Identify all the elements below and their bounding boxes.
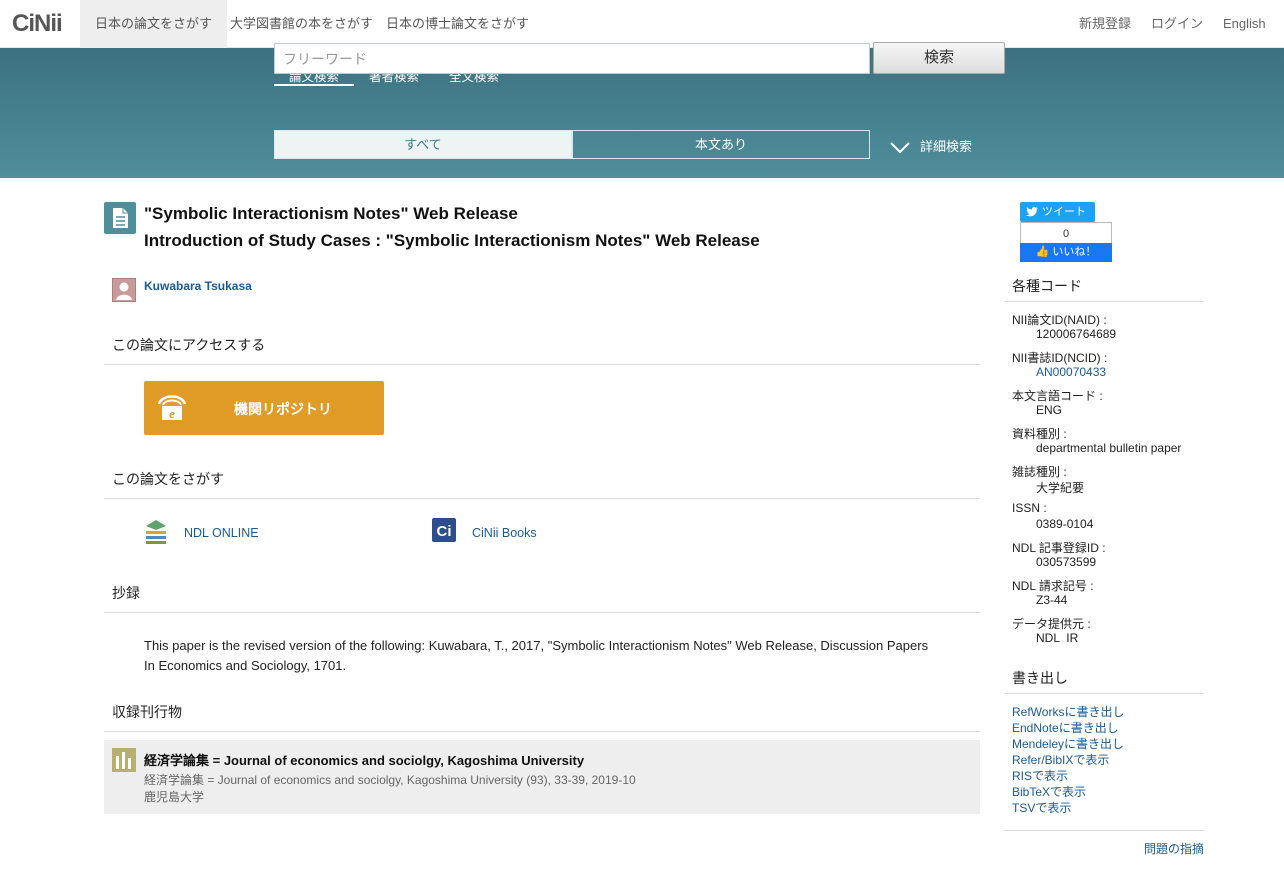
ndl-online-label: NDL ONLINE — [184, 526, 259, 540]
export-ris-link[interactable]: RISで表示 — [1012, 767, 1068, 784]
tweet-label: ツイート — [1042, 206, 1086, 218]
access-section-heading: この論文にアクセスする — [104, 335, 980, 365]
logo-text: CiNii — [12, 10, 63, 37]
advanced-search-toggle[interactable]: 詳細検索 — [890, 136, 972, 155]
export-mendeley-link[interactable]: Mendeleyに書き出し — [1012, 735, 1124, 752]
register-link[interactable]: 新規登録 — [1079, 0, 1131, 48]
code-value: departmental bulletin paper — [1036, 441, 1182, 455]
code-value: 030573599 — [1036, 555, 1097, 569]
article-title: "Symbolic Interactionism Notes" Web Rele… — [144, 204, 518, 223]
article-subtitle: Introduction of Study Cases : "Symbolic … — [144, 231, 760, 250]
cinii-logo[interactable]: CiNii — [12, 10, 63, 38]
top-bar: CiNii 日本の論文をさがす 大学図書館の本をさがす 日本の博士論文をさがす … — [0, 0, 1284, 48]
journal-title-link[interactable]: 経済学論集 = Journal of economics and sociolg… — [144, 750, 584, 769]
abstract-text: This paper is the revised version of the… — [144, 638, 929, 673]
report-problem-link[interactable]: 問題の指摘 — [1144, 840, 1204, 857]
sidebar-divider — [1004, 830, 1204, 831]
code-label: NII書誌ID(NCID) : — [1012, 351, 1108, 365]
english-link[interactable]: English — [1223, 0, 1266, 48]
code-label: 本文言語コード : — [1012, 389, 1103, 403]
journal-detail: 経済学論集 = Journal of economics and sociolg… — [144, 773, 636, 787]
code-label: ISSN : — [1012, 501, 1047, 515]
codes-heading: 各種コード — [1004, 276, 1204, 302]
facebook-like-button[interactable]: 👍 いいね！ — [1020, 243, 1112, 262]
cinii-books-icon: Ci — [432, 518, 456, 542]
code-value: 0389-0104 — [1036, 517, 1094, 531]
find-section-heading: この論文をさがす — [104, 469, 980, 499]
code-value: NDL IR — [1036, 631, 1079, 645]
chevron-down-icon — [890, 141, 910, 153]
code-value: 大学紀要 — [1036, 481, 1085, 495]
repository-icon: e — [157, 395, 187, 421]
code-value: ENG — [1036, 403, 1063, 417]
journal-icon — [112, 748, 136, 772]
export-refer-link[interactable]: Refer/BibIXで表示 — [1012, 751, 1109, 768]
filter-fulltext-available[interactable]: 本文あり — [572, 130, 870, 159]
repository-button-label: 機関リポジトリ — [234, 401, 332, 417]
journal-entry: 経済学論集 = Journal of economics and sociolg… — [104, 740, 980, 814]
tab-dissertations[interactable]: 日本の博士論文をさがす — [371, 0, 544, 48]
tweet-button[interactable]: ツイート — [1020, 202, 1095, 222]
ndl-icon — [146, 520, 166, 544]
code-value: 120006764689 — [1036, 327, 1117, 341]
author-link[interactable]: Kuwabara Tsukasa — [144, 279, 252, 293]
ndl-online-link[interactable]: NDL ONLINE — [144, 518, 259, 549]
cinii-books-label: CiNii Books — [472, 526, 537, 540]
thumbs-up-icon: 👍 — [1035, 246, 1050, 258]
publication-section-heading: 収録刊行物 — [104, 702, 980, 732]
journal-publisher: 鹿児島大学 — [144, 790, 205, 804]
like-label: いいね！ — [1052, 246, 1097, 258]
code-label: 雑誌種別 : — [1012, 465, 1067, 479]
code-value: Z3-44 — [1036, 593, 1068, 607]
search-button[interactable]: 検索 — [873, 42, 1005, 74]
document-icon — [104, 202, 136, 234]
cinii-books-link[interactable]: Ci CiNii Books — [432, 518, 537, 545]
code-label: データ提供元 : — [1012, 617, 1091, 631]
export-tsv-link[interactable]: TSVで表示 — [1012, 799, 1071, 816]
code-label: NDL 記事登録ID : — [1012, 541, 1106, 555]
export-heading: 書き出し — [1004, 668, 1204, 694]
institutional-repository-button[interactable]: e 機関リポジトリ — [144, 381, 384, 435]
tab-university-books[interactable]: 大学図書館の本をさがす — [215, 0, 388, 48]
code-label: 資料種別 : — [1012, 427, 1067, 441]
export-refworks-link[interactable]: RefWorksに書き出し — [1012, 703, 1124, 720]
code-label: NII論文ID(NAID) : — [1012, 313, 1107, 327]
like-count: 0 — [1020, 222, 1112, 244]
author-avatar-icon — [112, 278, 136, 302]
export-endnote-link[interactable]: EndNoteに書き出し — [1012, 719, 1119, 736]
export-bibtex-link[interactable]: BibTeXで表示 — [1012, 783, 1086, 800]
code-label: NDL 請求記号 : — [1012, 579, 1094, 593]
svg-text:e: e — [169, 406, 175, 421]
tab-articles[interactable]: 日本の論文をさがす — [80, 0, 228, 48]
filter-all[interactable]: すべて — [274, 130, 572, 159]
advanced-search-label: 詳細検索 — [920, 139, 973, 154]
login-link[interactable]: ログイン — [1151, 0, 1203, 48]
abstract-section-heading: 抄録 — [104, 583, 980, 613]
ncid-link[interactable]: AN00070433 — [1036, 365, 1106, 379]
twitter-bird-icon — [1026, 207, 1038, 217]
search-input[interactable] — [274, 43, 870, 74]
svg-text:Ci: Ci — [437, 523, 452, 540]
